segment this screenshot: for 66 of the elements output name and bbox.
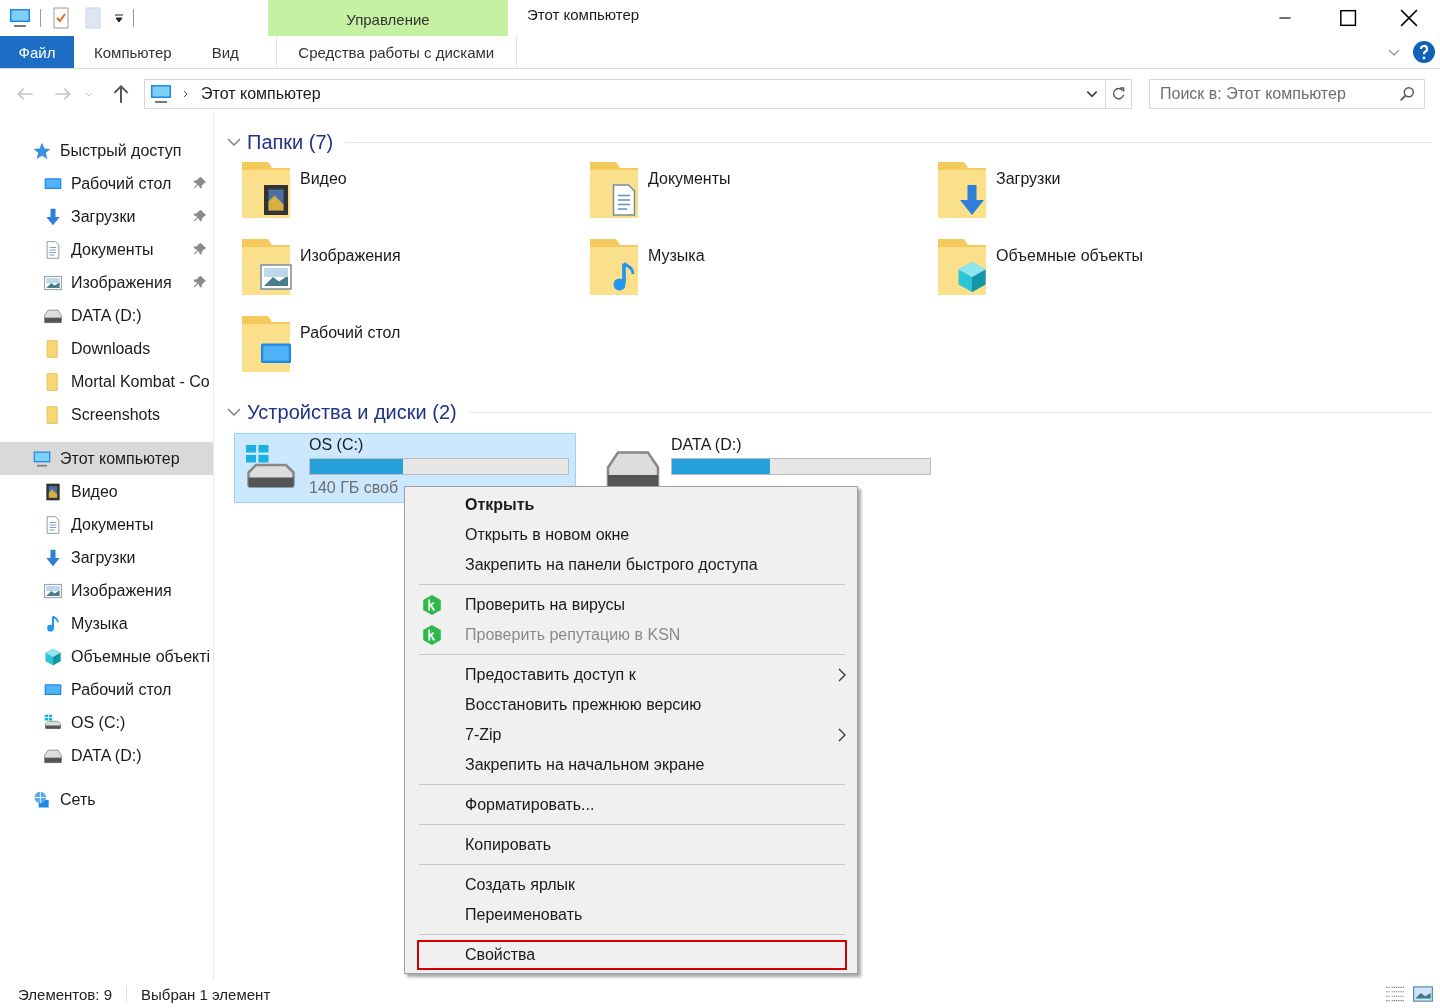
sidebar-item[interactable]: Документы — [0, 233, 213, 266]
ribbon-tab[interactable]: Вид — [191, 36, 259, 68]
section-title: Устройства и диски (2) — [247, 400, 457, 424]
window-title: Этот компьютер — [526, 5, 641, 25]
help-icon[interactable] — [1412, 40, 1436, 64]
folder-tile[interactable]: Загрузки — [934, 158, 1282, 235]
menu-item[interactable]: Закрепить на панели быстрого доступа — [417, 550, 847, 580]
folder-tile[interactable]: Видео — [238, 158, 586, 235]
sidebar-item[interactable]: Mortal Kombat - Co — [0, 365, 213, 398]
selection-count: Выбран 1 элемент — [141, 985, 271, 1003]
menu-item[interactable]: 7-Zip — [417, 720, 847, 750]
ribbon-tab[interactable]: Компьютер — [74, 36, 192, 68]
refresh-icon[interactable] — [1106, 79, 1132, 109]
ribbon-tab[interactable]: Файл — [0, 36, 74, 68]
shield-icon — [421, 594, 443, 616]
sidebar-item[interactable]: Изображения — [0, 266, 213, 299]
sidebar-item[interactable]: Загрузки — [0, 541, 213, 574]
folder-tile[interactable]: Объемные объекты — [934, 235, 1282, 312]
menu-item[interactable]: Восстановить прежнюю версию — [417, 690, 847, 720]
ribbon-tab[interactable]: Средства работы с дисками — [275, 36, 517, 68]
sidebar-item[interactable]: Рабочий стол — [0, 673, 213, 706]
menu-item[interactable]: Открыть в новом окне — [417, 520, 847, 550]
sidebar-item[interactable]: Музыка — [0, 607, 213, 640]
dropdown-icon[interactable] — [113, 12, 125, 24]
menu-item[interactable]: Создать ярлык — [417, 870, 847, 900]
folder-tile[interactable]: Рабочий стол — [238, 312, 586, 389]
menu-item[interactable]: Проверить на вирусы — [417, 590, 847, 620]
menu-item[interactable]: Форматировать... — [417, 790, 847, 820]
tiles-view-icon[interactable] — [1412, 983, 1434, 1005]
context-tab-header: Управление — [268, 0, 508, 36]
cube-icon — [43, 646, 63, 667]
folder-tile[interactable]: Музыка — [586, 235, 934, 312]
search-icon — [1398, 85, 1416, 103]
menu-item[interactable]: Копировать — [417, 830, 847, 860]
menu-item[interactable]: Свойства — [417, 940, 847, 970]
sidebar-item[interactable]: Загрузки — [0, 200, 213, 233]
menu-item[interactable]: Предоставить доступ к — [417, 660, 847, 690]
free-space-text: 140 ГБ своб — [309, 479, 400, 497]
sidebar-item[interactable]: Downloads — [0, 332, 213, 365]
search-field[interactable]: Поиск в: Этот компьютер — [1149, 79, 1425, 109]
sidebar-item[interactable]: Сеть — [0, 783, 213, 816]
network-icon — [32, 789, 52, 810]
sidebar-item[interactable]: Screenshots — [0, 398, 213, 431]
sidebar-item[interactable]: Видео — [0, 475, 213, 508]
sidebar-item[interactable]: DATA (D:) — [0, 739, 213, 772]
sidebar-item[interactable]: Объемные объекті — [0, 640, 213, 673]
sidebar-item[interactable]: Этот компьютер — [0, 442, 213, 475]
drive-name: OS (C:) — [309, 436, 365, 454]
film-icon — [43, 481, 63, 502]
drive-name: DATA (D:) — [671, 436, 743, 454]
menu-item[interactable]: Закрепить на начальном экране — [417, 750, 847, 780]
item-count: Элементов: 9 — [18, 985, 112, 1003]
menu-item[interactable]: Переименовать — [417, 900, 847, 930]
sidebar-item[interactable]: Рабочий стол — [0, 167, 213, 200]
section-title: Папки (7) — [247, 130, 334, 154]
sidebar-item[interactable]: Быстрый доступ — [0, 134, 213, 167]
folder-tile[interactable]: Изображения — [238, 235, 586, 312]
sidebar-item[interactable]: DATA (D:) — [0, 299, 213, 332]
sidebar-item[interactable]: Документы — [0, 508, 213, 541]
computer-icon — [149, 82, 173, 106]
computer-icon[interactable] — [8, 6, 32, 30]
shield-icon — [421, 624, 443, 646]
sidebar-item[interactable]: OS (C:) — [0, 706, 213, 739]
address-bar[interactable]: Этот компьютер — [144, 79, 1106, 109]
sidebar-item[interactable]: Изображения — [0, 574, 213, 607]
folder-tile[interactable]: Документы — [586, 158, 934, 235]
